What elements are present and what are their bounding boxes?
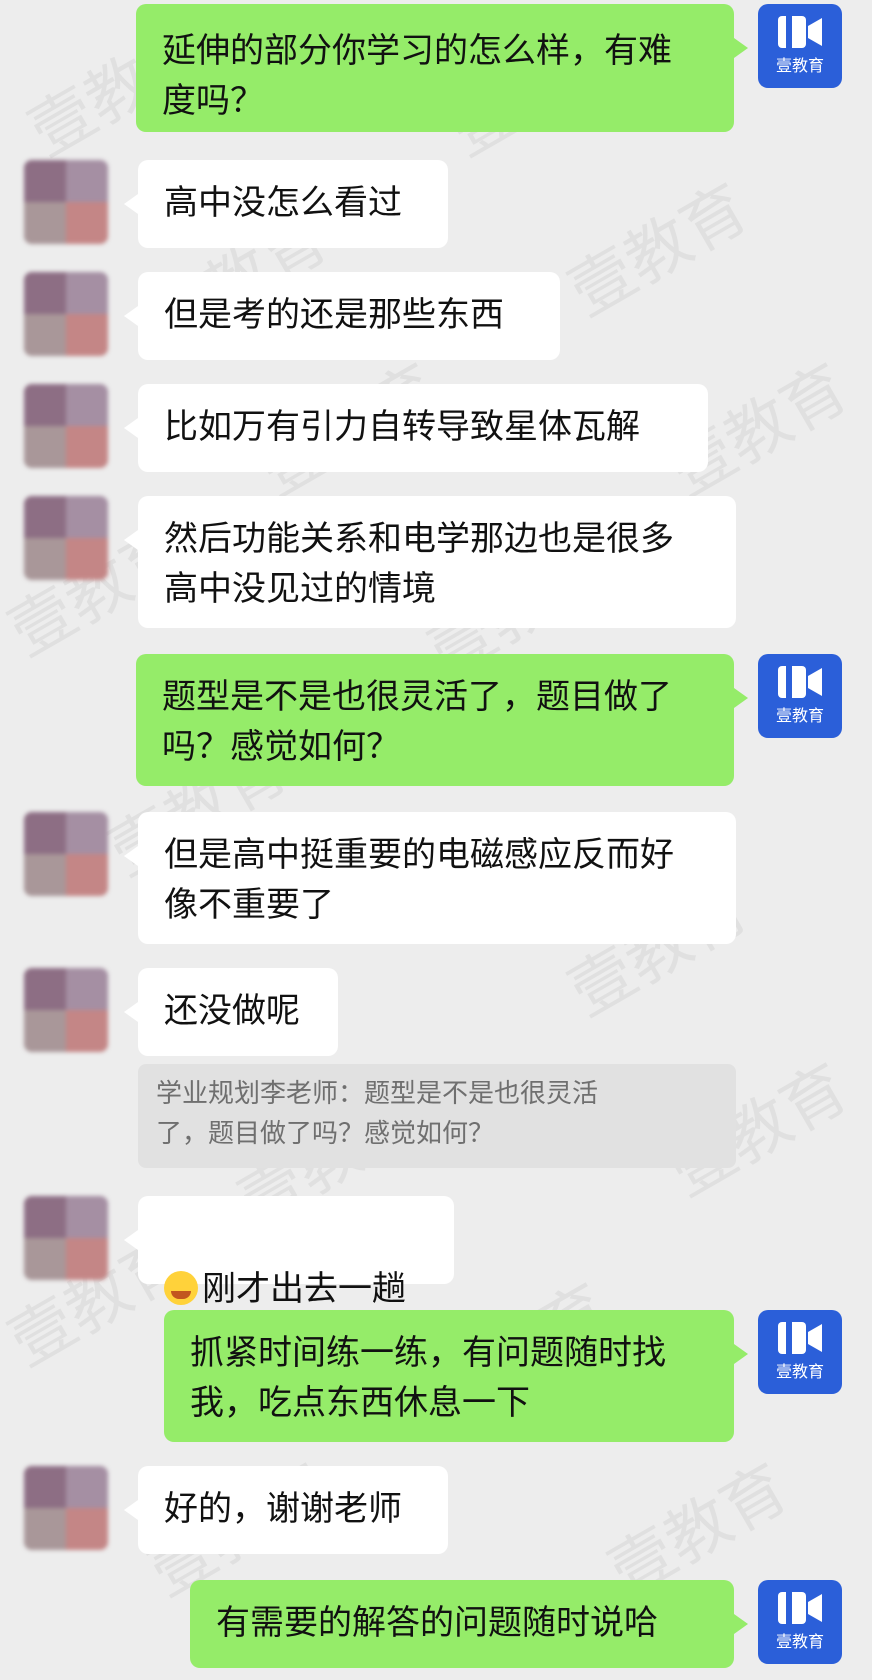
brand-logo-text: 壹教育 (775, 1632, 824, 1651)
student-avatar[interactable] (24, 1466, 108, 1550)
quoted-message[interactable]: 学业规划李老师：题型是不是也很灵活 了，题目做了吗？感觉如何？ (138, 1064, 736, 1168)
face-with-tears-icon (164, 1271, 198, 1305)
brand-logo-text: 壹教育 (775, 56, 824, 75)
teacher-avatar[interactable]: 壹教育 (758, 1580, 842, 1664)
teacher-avatar[interactable]: 壹教育 (758, 654, 842, 738)
brand-logo-icon (778, 16, 822, 48)
student-avatar[interactable] (24, 160, 108, 244)
received-message-bubble[interactable]: 刚才出去一趟 (124, 1196, 454, 1309)
brand-logo-icon (778, 1592, 822, 1624)
sent-message-bubble[interactable]: 题型是不是也很灵活了，题目做了 吗？感觉如何？ (136, 654, 748, 786)
student-avatar[interactable] (24, 1196, 108, 1280)
received-message-bubble[interactable]: 然后功能关系和电学那边也是很多 高中没见过的情境 (124, 496, 736, 628)
sent-message-bubble[interactable]: 有需要的解答的问题随时说哈 (190, 1580, 748, 1668)
received-message-bubble[interactable]: 但是高中挺重要的电磁感应反而好 像不重要了 (124, 812, 736, 944)
message-text: 刚才出去一趟 (202, 1269, 406, 1309)
received-message-bubble[interactable]: 比如万有引力自转导致星体瓦解 (124, 384, 708, 472)
sent-message-bubble[interactable]: 抓紧时间练一练，有问题随时找 我，吃点东西休息一下 (164, 1310, 748, 1442)
student-avatar[interactable] (24, 496, 108, 580)
received-message-bubble[interactable]: 高中没怎么看过 (124, 160, 448, 248)
student-avatar[interactable] (24, 812, 108, 896)
received-message-bubble[interactable]: 好的，谢谢老师 (124, 1466, 448, 1554)
received-message-bubble[interactable]: 但是考的还是那些东西 (124, 272, 560, 360)
watermark: 壹教育 (557, 171, 761, 332)
student-avatar[interactable] (24, 968, 108, 1052)
received-message-bubble[interactable]: 还没做呢 (124, 968, 338, 1056)
student-avatar[interactable] (24, 384, 108, 468)
brand-logo-text: 壹教育 (775, 1362, 824, 1381)
brand-logo-text: 壹教育 (775, 706, 824, 725)
sent-message-bubble[interactable]: 延伸的部分你学习的怎么样，有难 度吗？ (136, 4, 748, 132)
brand-logo-icon (778, 1322, 822, 1354)
chat-window: 壹教育 壹教育 壹教育 壹教育 壹教育 壹教育 壹教育 壹教育 壹教育 壹教育 … (0, 0, 872, 1680)
teacher-avatar[interactable]: 壹教育 (758, 4, 842, 88)
brand-logo-icon (778, 666, 822, 698)
teacher-avatar[interactable]: 壹教育 (758, 1310, 842, 1394)
student-avatar[interactable] (24, 272, 108, 356)
